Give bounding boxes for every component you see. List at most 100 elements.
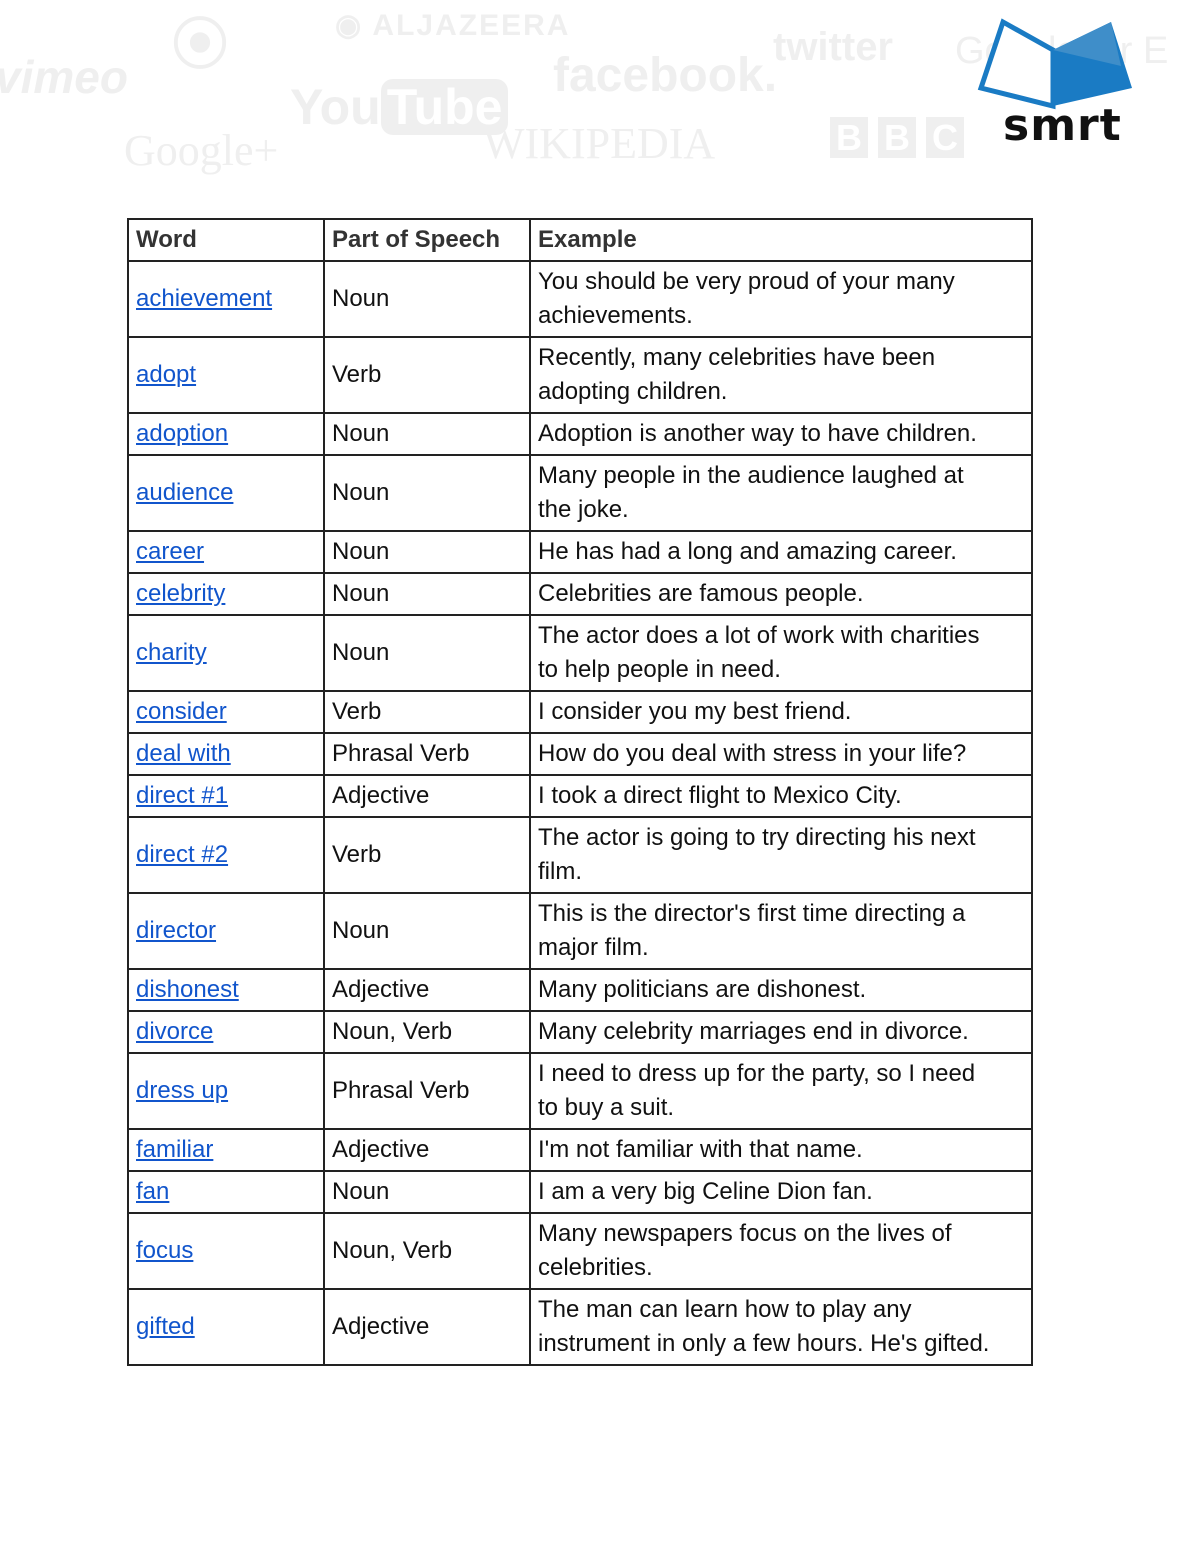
table-header-row: Word Part of Speech Example bbox=[127, 218, 1033, 262]
part-of-speech-cell: Noun bbox=[323, 412, 531, 456]
example-cell: I need to dress up for the party, so I n… bbox=[529, 1052, 1033, 1130]
word-link[interactable]: career bbox=[136, 538, 204, 565]
word-link[interactable]: adoption bbox=[136, 420, 228, 447]
vocabulary-table: Word Part of Speech Example achievement N… bbox=[127, 218, 1033, 1366]
word-cell: consider bbox=[127, 690, 325, 734]
word-cell: gifted bbox=[127, 1288, 325, 1366]
example-cell: I'm not familiar with that name. bbox=[529, 1128, 1033, 1172]
word-cell: direct #2 bbox=[127, 816, 325, 894]
word-link[interactable]: achievement bbox=[136, 285, 272, 312]
word-cell: adoption bbox=[127, 412, 325, 456]
table-row: achievement Noun You should be very proud … bbox=[127, 260, 1033, 338]
word-link[interactable]: gifted bbox=[136, 1313, 195, 1340]
word-link[interactable]: director bbox=[136, 917, 216, 944]
word-link[interactable]: dress up bbox=[136, 1077, 228, 1104]
word-link[interactable]: adopt bbox=[136, 361, 196, 388]
table-row: audience Noun Many people in the audience … bbox=[127, 454, 1033, 532]
background-logo-bbc: B B C bbox=[830, 117, 965, 159]
word-link[interactable]: charity bbox=[136, 639, 207, 666]
example-cell: Recently, many celebrities have been ado… bbox=[529, 336, 1033, 414]
word-cell: achievement bbox=[127, 260, 325, 338]
table-row: direct #2 Verb The actor is going to try d… bbox=[127, 816, 1033, 894]
table-row: charity Noun The actor does a lot of work … bbox=[127, 614, 1033, 692]
column-header-part-of-speech: Part of Speech bbox=[323, 218, 531, 262]
example-cell: Many celebrity marriages end in divorce. bbox=[529, 1010, 1033, 1054]
table-row: deal with Phrasal Verb How do you deal wit… bbox=[127, 732, 1033, 776]
table-row: adopt Verb Recently, many celebrities have… bbox=[127, 336, 1033, 414]
part-of-speech-cell: Verb bbox=[323, 690, 531, 734]
word-cell: director bbox=[127, 892, 325, 970]
table-row: director Noun This is the director's first… bbox=[127, 892, 1033, 970]
table-row: fan Noun I am a very big Celine Dion fan. bbox=[127, 1170, 1033, 1214]
background-logo-aljazeera: ◉ ALJAZEERA bbox=[335, 9, 571, 42]
example-cell: Adoption is another way to have children… bbox=[529, 412, 1033, 456]
part-of-speech-cell: Noun bbox=[323, 892, 531, 970]
word-link[interactable]: direct #2 bbox=[136, 841, 228, 868]
table-row: focus Noun, Verb Many newspapers focus on … bbox=[127, 1212, 1033, 1290]
example-cell: Many newspapers focus on the lives of ce… bbox=[529, 1212, 1033, 1290]
part-of-speech-cell: Noun, Verb bbox=[323, 1212, 531, 1290]
word-link[interactable]: divorce bbox=[136, 1018, 213, 1045]
example-cell: This is the director's first time direct… bbox=[529, 892, 1033, 970]
example-cell: Many politicians are dishonest. bbox=[529, 968, 1033, 1012]
part-of-speech-cell: Noun bbox=[323, 530, 531, 574]
word-cell: charity bbox=[127, 614, 325, 692]
table-row: gifted Adjective The man can learn how to … bbox=[127, 1288, 1033, 1366]
part-of-speech-cell: Noun bbox=[323, 454, 531, 532]
example-cell: The actor is going to try directing his … bbox=[529, 816, 1033, 894]
table-row: career Noun He has had a long and amazing … bbox=[127, 530, 1033, 574]
word-cell: fan bbox=[127, 1170, 325, 1214]
word-cell: celebrity bbox=[127, 572, 325, 616]
part-of-speech-cell: Noun bbox=[323, 572, 531, 616]
table-row: celebrity Noun Celebrities are famous peop… bbox=[127, 572, 1033, 616]
word-link[interactable]: audience bbox=[136, 479, 233, 506]
table-row: dishonest Adjective Many politicians are d… bbox=[127, 968, 1033, 1012]
word-cell: adopt bbox=[127, 336, 325, 414]
word-cell: direct #1 bbox=[127, 774, 325, 818]
word-link[interactable]: familiar bbox=[136, 1136, 213, 1163]
part-of-speech-cell: Adjective bbox=[323, 968, 531, 1012]
table-row: divorce Noun, Verb Many celebrity marriage… bbox=[127, 1010, 1033, 1054]
table-row: familiar Adjective I'm not familiar with t… bbox=[127, 1128, 1033, 1172]
example-cell: The actor does a lot of work with charit… bbox=[529, 614, 1033, 692]
word-link[interactable]: dishonest bbox=[136, 976, 239, 1003]
word-link[interactable]: deal with bbox=[136, 740, 231, 767]
word-cell: career bbox=[127, 530, 325, 574]
background-logo-facebook: facebook. bbox=[553, 49, 778, 102]
part-of-speech-cell: Noun bbox=[323, 260, 531, 338]
part-of-speech-cell: Verb bbox=[323, 816, 531, 894]
table-row: consider Verb I consider you my best frien… bbox=[127, 690, 1033, 734]
part-of-speech-cell: Noun, Verb bbox=[323, 1010, 531, 1054]
example-cell: Many people in the audience laughed at t… bbox=[529, 454, 1033, 532]
word-cell: divorce bbox=[127, 1010, 325, 1054]
background-logo-cbc: ⦿ bbox=[172, 13, 228, 76]
table-row: adoption Noun Adoption is another way to h… bbox=[127, 412, 1033, 456]
part-of-speech-cell: Phrasal Verb bbox=[323, 1052, 531, 1130]
part-of-speech-cell: Adjective bbox=[323, 774, 531, 818]
column-header-word: Word bbox=[127, 218, 325, 262]
part-of-speech-cell: Noun bbox=[323, 1170, 531, 1214]
background-logo-vimeo: vimeo bbox=[0, 51, 128, 103]
word-link[interactable]: fan bbox=[136, 1178, 169, 1205]
part-of-speech-cell: Verb bbox=[323, 336, 531, 414]
smrt-logo-text: smrt bbox=[1003, 100, 1122, 151]
word-link[interactable]: focus bbox=[136, 1237, 193, 1264]
example-cell: I consider you my best friend. bbox=[529, 690, 1033, 734]
example-cell: I took a direct flight to Mexico City. bbox=[529, 774, 1033, 818]
table-row: direct #1 Adjective I took a direct flight… bbox=[127, 774, 1033, 818]
word-cell: focus bbox=[127, 1212, 325, 1290]
part-of-speech-cell: Noun bbox=[323, 614, 531, 692]
part-of-speech-cell: Phrasal Verb bbox=[323, 732, 531, 776]
word-cell: familiar bbox=[127, 1128, 325, 1172]
example-cell: How do you deal with stress in your life… bbox=[529, 732, 1033, 776]
word-link[interactable]: consider bbox=[136, 698, 227, 725]
word-link[interactable]: direct #1 bbox=[136, 782, 228, 809]
example-cell: He has had a long and amazing career. bbox=[529, 530, 1033, 574]
example-cell: The man can learn how to play any instru… bbox=[529, 1288, 1033, 1366]
table-row: dress up Phrasal Verb I need to dress up f… bbox=[127, 1052, 1033, 1130]
part-of-speech-cell: Adjective bbox=[323, 1128, 531, 1172]
background-logo-googleplus: Google+ bbox=[124, 126, 279, 175]
example-cell: Celebrities are famous people. bbox=[529, 572, 1033, 616]
word-link[interactable]: celebrity bbox=[136, 580, 225, 607]
part-of-speech-cell: Adjective bbox=[323, 1288, 531, 1366]
